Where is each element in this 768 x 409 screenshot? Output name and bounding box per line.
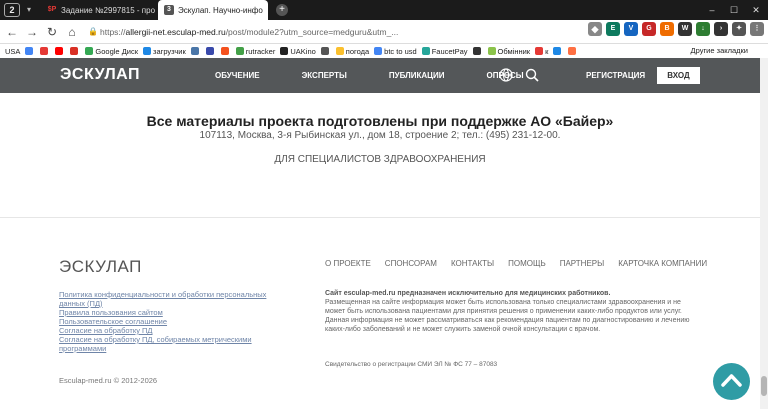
bookmark-uakino[interactable]: UAKino xyxy=(280,47,316,56)
disclaimer-title: Сайт esculap-med.ru предназначен исключи… xyxy=(325,290,611,297)
footer-nav-partners[interactable]: ПАРТНЕРЫ xyxy=(560,259,604,268)
bookmark-icon[interactable] xyxy=(220,47,231,55)
divider xyxy=(0,217,760,218)
new-tab-button[interactable]: + xyxy=(276,4,288,16)
nav-education[interactable]: ОБУЧЕНИЕ xyxy=(215,71,260,80)
bookmark-weather[interactable]: погода xyxy=(335,47,369,56)
scrollbar[interactable] xyxy=(760,58,768,409)
pd-consent-link[interactable]: Согласие на обработку ПД xyxy=(59,326,289,335)
reload-icon[interactable]: ↻ xyxy=(42,22,62,42)
bookmark-google-drive[interactable]: Google Диск xyxy=(85,47,138,56)
metrics-consent-link[interactable]: Согласие на обработку ПД, собираемых мет… xyxy=(59,335,289,353)
site-header: ЭСКУЛАП ОБУЧЕНИЕ ЭКСПЕРТЫ ПУБЛИКАЦИИ ОПР… xyxy=(0,58,768,93)
menu-icon[interactable]: ⋮ xyxy=(750,22,764,36)
bookmark-icon[interactable] xyxy=(472,47,483,55)
bookmark-loader[interactable]: загрузчик xyxy=(143,47,186,56)
extension-icon[interactable]: W xyxy=(678,22,692,36)
back-icon[interactable]: ← xyxy=(2,22,22,42)
bookmark-k[interactable]: к xyxy=(535,47,548,56)
tab-esculap[interactable]: 3 Эскулап. Научно-инфо ✕ xyxy=(158,0,268,20)
privacy-policy-link[interactable]: Политика конфиденциальности и обработки … xyxy=(59,290,289,308)
disclaimer-text: Размещенная на сайте информация может бы… xyxy=(325,299,690,333)
chevron-up-icon xyxy=(721,374,742,387)
bookmark-usa[interactable]: USA xyxy=(5,47,20,56)
register-link[interactable]: РЕГИСТРАЦИЯ xyxy=(586,71,645,80)
bookmark-vk-icon[interactable] xyxy=(190,47,201,55)
download-icon[interactable]: ↓ xyxy=(696,22,710,36)
url-host: allergii-net.esculap-med.ru xyxy=(125,26,226,37)
bookmark-faucetpay[interactable]: FaucetPay xyxy=(421,47,468,56)
sponsor-address: 107113, Москва, 3-я Рыбинская ул., дом 1… xyxy=(199,130,561,141)
lock-icon: 🔒 xyxy=(88,27,98,36)
audience-label: ДЛЯ СПЕЦИАЛИСТОВ ЗДРАВООХРАНЕНИЯ xyxy=(274,154,486,165)
chevron-down-icon[interactable]: ▾ xyxy=(23,3,35,17)
footer-legal-links: Политика конфиденциальности и обработки … xyxy=(59,290,289,353)
footer-nav-sponsors[interactable]: СПОНСОРАМ xyxy=(385,259,437,268)
bookmarks-bar: USA Google Диск загрузчик rutracker UAKi… xyxy=(0,44,768,58)
login-button[interactable]: ВХОД xyxy=(657,67,700,84)
media-registration: Свидетельство о регистрации СМИ ЭЛ № ФС … xyxy=(325,361,498,368)
nav-publications[interactable]: ПУБЛИКАЦИИ xyxy=(389,71,445,80)
footer-nav-company-card[interactable]: КАРТОЧКА КОМПАНИИ xyxy=(618,259,707,268)
footer-nav-help[interactable]: ПОМОЩЬ xyxy=(508,259,546,268)
bookmark-rutracker[interactable]: rutracker xyxy=(235,47,275,56)
tab-favicon: 3 xyxy=(164,5,174,15)
copyright: Esculap-med.ru © 2012-2026 xyxy=(59,376,158,385)
extensions-bar: ◆ E V G B W ↓ › ✦ ⋮ xyxy=(588,22,764,36)
extension-icon[interactable]: › xyxy=(714,22,728,36)
address-bar[interactable]: 🔒 https:// allergii-net.esculap-med.ru /… xyxy=(88,23,468,41)
other-bookmarks[interactable]: Другие закладки xyxy=(691,44,748,58)
bookmark-exchange[interactable]: Обмінник xyxy=(487,47,530,56)
forward-icon[interactable]: → xyxy=(22,22,42,42)
minimize-icon[interactable]: – xyxy=(702,0,722,20)
bookmark-icon[interactable] xyxy=(40,47,50,55)
footer-nav-contacts[interactable]: КОНТАКТЫ xyxy=(451,259,494,268)
scrollbar-thumb[interactable] xyxy=(761,376,767,396)
tab-counter[interactable]: 2 xyxy=(4,3,20,17)
search-icon[interactable] xyxy=(525,68,539,82)
tab-label: Задание №2997815 - про xyxy=(61,5,156,15)
bookmark-icon[interactable] xyxy=(568,47,578,55)
site-logo[interactable]: ЭСКУЛАП xyxy=(60,66,140,84)
bookmark-btc[interactable]: btc to usd xyxy=(374,47,417,56)
home-icon[interactable]: ⌂ xyxy=(62,22,82,42)
tab-label: Эскулап. Научно-инфо xyxy=(178,5,263,15)
globe-icon[interactable] xyxy=(499,68,513,82)
close-icon[interactable]: ✕ xyxy=(155,5,156,16)
close-window-icon[interactable]: ✕ xyxy=(746,0,766,20)
page-content: Все материалы проекта подготовлены при п… xyxy=(0,93,768,409)
close-icon[interactable]: ✕ xyxy=(263,5,268,16)
sponsor-title: Все материалы проекта подготовлены при п… xyxy=(146,113,614,129)
nav-experts[interactable]: ЭКСПЕРТЫ xyxy=(302,71,347,80)
extension-icon[interactable]: E xyxy=(606,22,620,36)
site-rules-link[interactable]: Правила пользования сайтом xyxy=(59,308,289,317)
bookmark-icon[interactable]: ◆ xyxy=(588,22,602,36)
footer-nav-about[interactable]: О ПРОЕКТЕ xyxy=(325,259,371,268)
bookmark-icon[interactable] xyxy=(205,47,216,55)
bookmark-youtube-icon[interactable] xyxy=(55,47,65,55)
bookmark-google-icon[interactable] xyxy=(25,47,35,55)
extension-icon[interactable]: V xyxy=(624,22,638,36)
bookmark-icon[interactable] xyxy=(320,47,331,55)
puzzle-icon[interactable]: ✦ xyxy=(732,22,746,36)
extension-icon[interactable]: B xyxy=(660,22,674,36)
bookmark-gmail-icon[interactable] xyxy=(70,47,80,55)
url-scheme: https:// xyxy=(100,26,126,37)
disclaimer: Сайт esculap-med.ru предназначен исключи… xyxy=(325,289,700,334)
footer-nav: О ПРОЕКТЕ СПОНСОРАМ КОНТАКТЫ ПОМОЩЬ ПАРТ… xyxy=(325,259,707,268)
tab-favicon: $P xyxy=(47,6,57,13)
extension-icon[interactable]: G xyxy=(642,22,656,36)
tab-task[interactable]: $P Задание №2997815 - про ✕ xyxy=(41,0,156,20)
user-agreement-link[interactable]: Пользовательское соглашение xyxy=(59,317,289,326)
browser-tab-bar: 2 ▾ $P Задание №2997815 - про ✕ 3 Эскула… xyxy=(0,0,768,20)
maximize-icon[interactable]: ☐ xyxy=(724,0,744,20)
bookmark-star-icon[interactable] xyxy=(553,47,563,55)
url-path: /post/module2?utm_source=medguru&utm_... xyxy=(225,26,399,37)
scroll-to-top-button[interactable] xyxy=(713,363,750,400)
footer-logo[interactable]: ЭСКУЛАП xyxy=(59,257,142,277)
